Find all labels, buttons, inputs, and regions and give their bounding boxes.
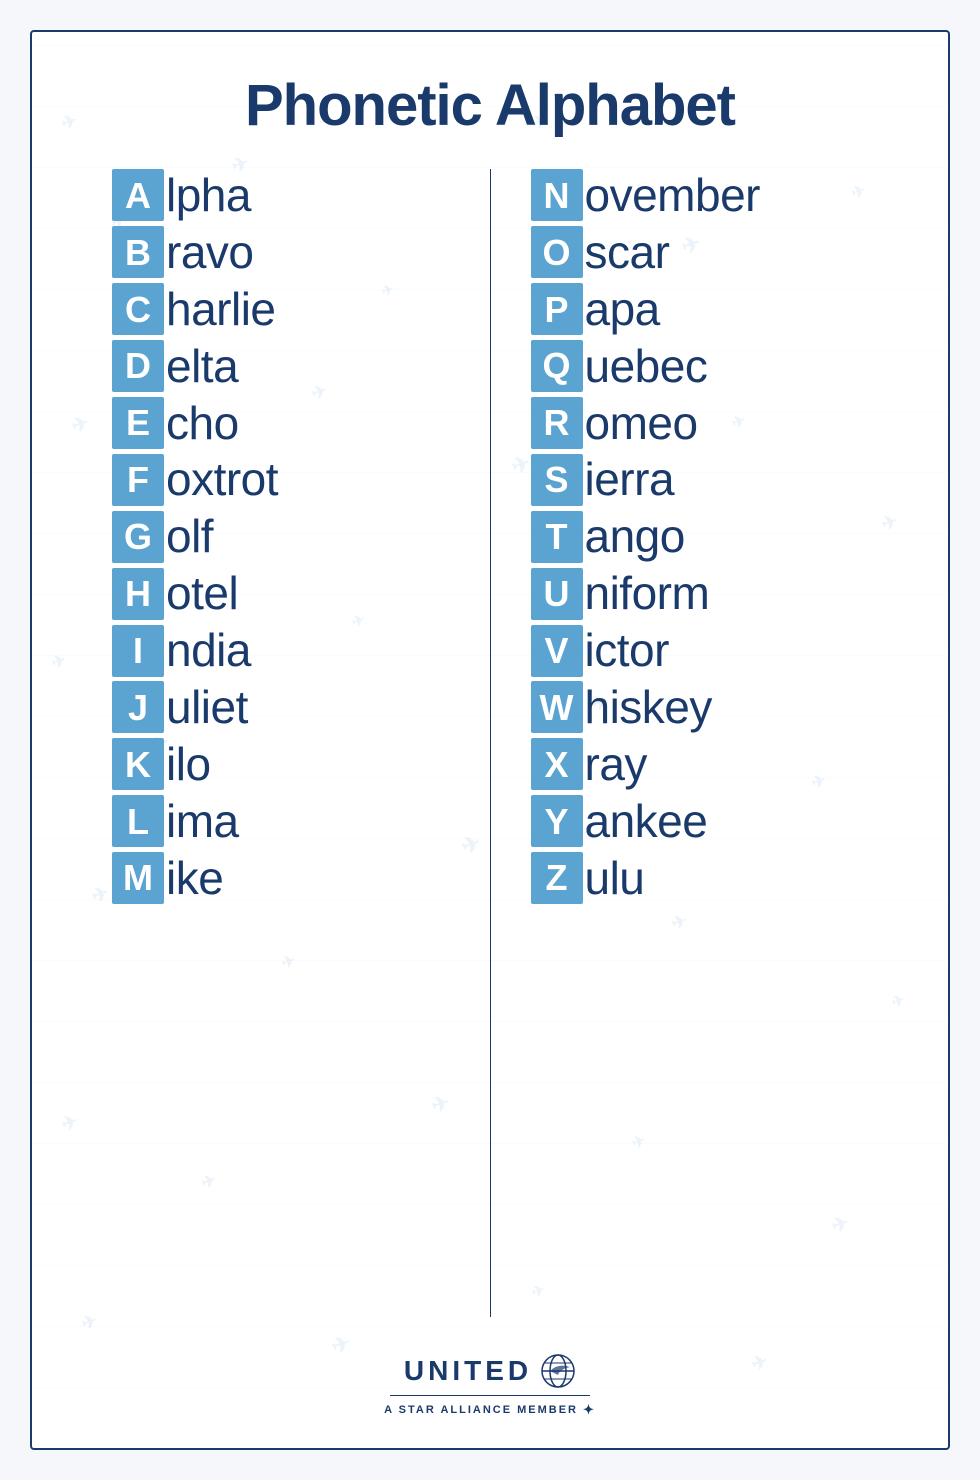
letter-box: L <box>112 795 164 847</box>
list-item: Delta <box>112 340 450 393</box>
letter-box: H <box>112 568 164 620</box>
word-rest: ango <box>585 510 685 563</box>
word-rest: ndia <box>166 624 251 677</box>
word-rest: ravo <box>166 226 253 279</box>
letter-box: P <box>531 283 583 335</box>
footer-divider <box>390 1395 590 1397</box>
word-rest: ovember <box>585 169 760 222</box>
list-item: Sierra <box>531 453 869 506</box>
list-item: Oscar <box>531 226 869 279</box>
list-item: India <box>112 624 450 677</box>
letter-box: M <box>112 852 164 904</box>
list-item: Romeo <box>531 397 869 450</box>
alphabet-grid: AlphaBravoCharlieDeltaEchoFoxtrotGolfHot… <box>92 169 888 1317</box>
word-rest: niform <box>585 567 710 620</box>
letter-box: F <box>112 454 164 506</box>
letter-box: A <box>112 169 164 221</box>
word-rest: ictor <box>585 624 669 677</box>
list-item: Uniform <box>531 567 869 620</box>
letter-box: S <box>531 454 583 506</box>
word-rest: ulu <box>585 852 645 905</box>
page-title: Phonetic Alphabet <box>245 72 735 139</box>
left-column: AlphaBravoCharlieDeltaEchoFoxtrotGolfHot… <box>92 169 491 1317</box>
list-item: Xray <box>531 738 869 791</box>
list-item: Whiskey <box>531 681 869 734</box>
word-rest: hiskey <box>585 681 712 734</box>
letter-box: Z <box>531 852 583 904</box>
letter-box: U <box>531 568 583 620</box>
card: ✈ ✈ ✈ ✈ ✈ ✈ ✈ ✈ ✈ ✈ ✈ ✈ ✈ ✈ ✈ ✈ ✈ ✈ ✈ ✈ … <box>30 30 950 1450</box>
letter-box: W <box>531 681 583 733</box>
word-rest: elta <box>166 340 238 393</box>
list-item: Papa <box>531 283 869 336</box>
list-item: Zulu <box>531 852 869 905</box>
word-rest: oxtrot <box>166 453 278 506</box>
word-rest: lpha <box>166 169 251 222</box>
list-item: Yankee <box>531 795 869 848</box>
word-rest: apa <box>585 283 660 336</box>
letter-box: B <box>112 226 164 278</box>
list-item: Juliet <box>112 681 450 734</box>
list-item: Foxtrot <box>112 453 450 506</box>
letter-box: J <box>112 681 164 733</box>
footer: UNITED A STAR ALLIANCE MEMBER ✦ <box>384 1337 596 1419</box>
letter-box: Y <box>531 795 583 847</box>
word-rest: ankee <box>585 795 708 848</box>
word-rest: ima <box>166 795 239 848</box>
word-rest: omeo <box>585 397 698 450</box>
list-item: Victor <box>531 624 869 677</box>
list-item: Alpha <box>112 169 450 222</box>
word-rest: uebec <box>585 340 708 393</box>
list-item: Mike <box>112 852 450 905</box>
list-item: November <box>531 169 869 222</box>
word-rest: ike <box>166 852 223 905</box>
word-rest: cho <box>166 397 239 450</box>
letter-box: V <box>531 625 583 677</box>
letter-box: R <box>531 397 583 449</box>
list-item: Lima <box>112 795 450 848</box>
united-logo: UNITED <box>404 1353 576 1389</box>
list-item: Golf <box>112 510 450 563</box>
letter-box: C <box>112 283 164 335</box>
letter-box: K <box>112 738 164 790</box>
word-rest: otel <box>166 567 238 620</box>
list-item: Echo <box>112 397 450 450</box>
word-rest: ierra <box>585 453 675 506</box>
list-item: Bravo <box>112 226 450 279</box>
word-rest: uliet <box>166 681 248 734</box>
word-rest: ilo <box>166 738 211 791</box>
letter-box: O <box>531 226 583 278</box>
star-alliance: A STAR ALLIANCE MEMBER ✦ <box>384 1402 596 1418</box>
word-rest: harlie <box>166 283 276 336</box>
globe-icon <box>540 1353 576 1389</box>
letter-box: G <box>112 511 164 563</box>
letter-box: T <box>531 511 583 563</box>
brand-name: UNITED <box>404 1355 532 1387</box>
star-alliance-icon: ✦ <box>583 1402 596 1418</box>
letter-box: N <box>531 169 583 221</box>
word-rest: scar <box>585 226 670 279</box>
list-item: Charlie <box>112 283 450 336</box>
right-column: NovemberOscarPapaQuebecRomeoSierraTangoU… <box>491 169 889 1317</box>
letter-box: D <box>112 340 164 392</box>
letter-box: Q <box>531 340 583 392</box>
list-item: Quebec <box>531 340 869 393</box>
list-item: Tango <box>531 510 869 563</box>
word-rest: ray <box>585 738 647 791</box>
list-item: Hotel <box>112 567 450 620</box>
list-item: Kilo <box>112 738 450 791</box>
word-rest: olf <box>166 510 213 563</box>
letter-box: I <box>112 625 164 677</box>
letter-box: E <box>112 397 164 449</box>
letter-box: X <box>531 738 583 790</box>
